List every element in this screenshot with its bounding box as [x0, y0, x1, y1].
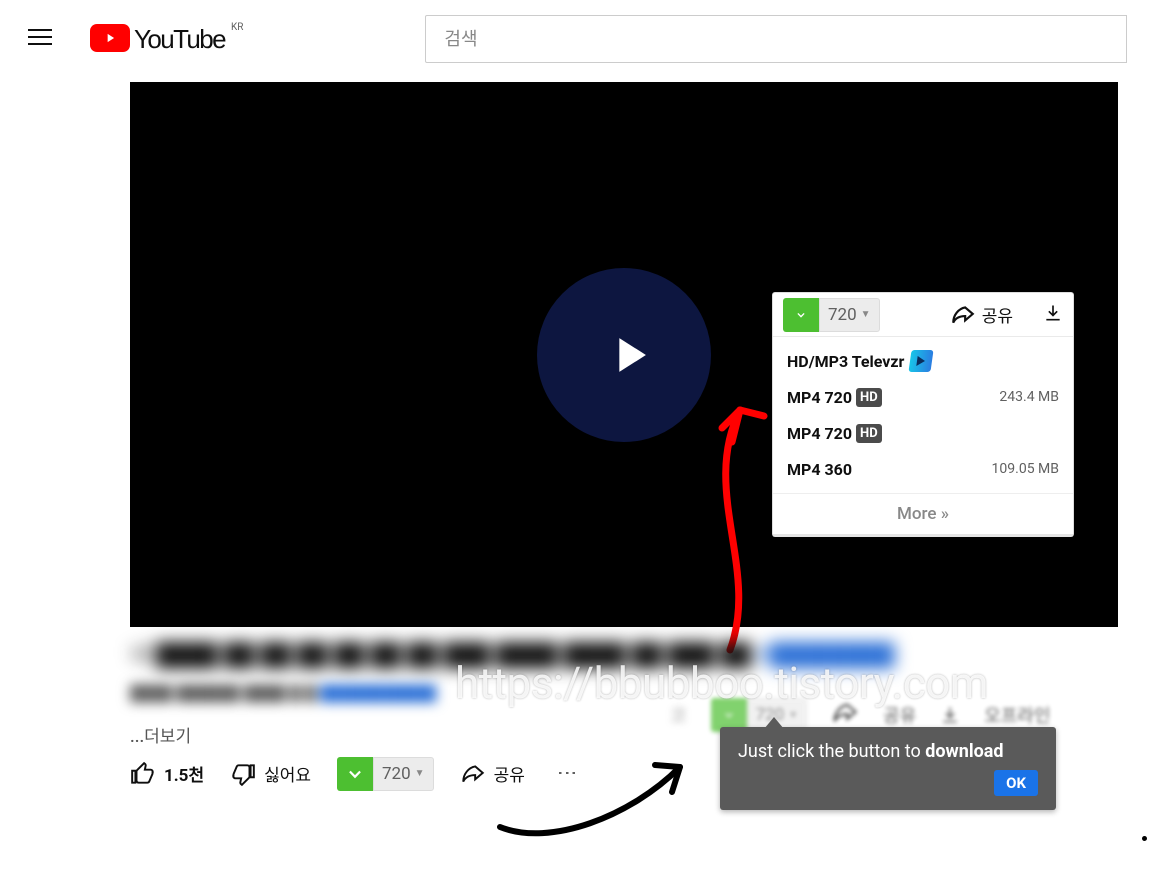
play-button[interactable]: [537, 268, 711, 442]
download-option-label: HD/MP3 Televzr: [787, 352, 904, 371]
share-arrow-icon: [460, 761, 486, 787]
youtube-logo-icon: [90, 24, 130, 52]
download-popup: 720 ▼ 공유 HD/MP3 Televzr MP4 720 HD 243.4…: [772, 292, 1074, 537]
download-popup-header: 720 ▼ 공유: [773, 293, 1073, 337]
popup-download-icon-button[interactable]: [1043, 303, 1063, 327]
download-option-size: 109.05 MB: [992, 461, 1059, 477]
tooltip-text: Just click the button to download: [738, 741, 1038, 762]
like-button[interactable]: 1.5천: [130, 761, 204, 787]
share-arrow-icon: [950, 302, 976, 328]
download-button-bottom[interactable]: 720 ▼: [337, 757, 434, 791]
thumbs-up-icon: [130, 761, 156, 787]
download-tray-icon: [940, 705, 960, 725]
download-arrow-button[interactable]: [337, 757, 373, 791]
tooltip-ok-button[interactable]: OK: [994, 770, 1038, 796]
download-option-label: MP4 720: [787, 388, 852, 407]
like-count: 1.5천: [164, 761, 204, 786]
download-arrow-icon: [721, 706, 737, 724]
download-resolution-select[interactable]: 720 ▼: [819, 298, 880, 332]
chevron-down-icon: ▼: [788, 710, 798, 721]
download-options-list: HD/MP3 Televzr MP4 720 HD 243.4 MB MP4 7…: [773, 337, 1073, 493]
chevron-down-icon: ▼: [415, 768, 425, 779]
download-option-label: MP4 720: [787, 424, 852, 443]
search-box[interactable]: [425, 15, 1127, 63]
play-icon: [600, 326, 658, 384]
hd-badge: HD: [856, 388, 882, 407]
download-arrow-icon: [793, 306, 809, 324]
youtube-region-label: KR: [231, 22, 243, 33]
share-button[interactable]: 공유: [460, 761, 525, 787]
video-meta-section: 내 ████ ██ ██ ██ ██ ██ ██ ███ ████ ████ █…: [130, 641, 1118, 702]
download-option-mp4-720[interactable]: MP4 720 HD 243.4 MB: [773, 379, 1073, 415]
download-option-televzr[interactable]: HD/MP3 Televzr: [773, 343, 1073, 379]
download-option-size: 243.4 MB: [999, 389, 1059, 405]
youtube-logo-text: YouTube: [134, 24, 225, 55]
download-option-mp4-360[interactable]: MP4 360 109.05 MB: [773, 451, 1073, 487]
video-title-blurred: 내 ████ ██ ██ ██ ██ ██ ██ ███ ████ ████ █…: [130, 641, 1118, 672]
search-input[interactable]: [444, 29, 1108, 50]
show-more-link[interactable]: ...더보기: [130, 722, 191, 747]
app-header: YouTube KR: [0, 0, 1155, 78]
dislike-label: 싫어요: [264, 761, 311, 786]
thumbs-down-icon: [230, 761, 256, 787]
offline-label-bg: 오프라인: [984, 702, 1050, 728]
download-more-button[interactable]: More »: [773, 493, 1073, 534]
download-hint-tooltip: Just click the button to download OK: [720, 727, 1056, 810]
download-resolution-label: 720: [382, 764, 411, 784]
download-option-label: MP4 360: [787, 460, 852, 479]
youtube-logo[interactable]: YouTube KR: [90, 24, 243, 55]
chevron-down-icon: ▼: [861, 309, 871, 320]
hd-badge: HD: [856, 424, 882, 443]
dislike-button[interactable]: 싫어요: [230, 761, 311, 787]
share-label: 공유: [494, 761, 525, 786]
download-resolution-select-bottom[interactable]: 720 ▼: [373, 757, 434, 791]
hamburger-menu-button[interactable]: [28, 25, 52, 49]
action-bg-prefix: 코: [670, 702, 687, 728]
televzr-icon: [909, 350, 934, 372]
download-tray-icon: [1043, 303, 1063, 323]
download-resolution-label: 720: [828, 305, 857, 325]
popup-share-button[interactable]: 공유: [950, 302, 1013, 328]
decorative-dot: [1142, 836, 1147, 841]
download-option-mp4-720-b[interactable]: MP4 720 HD: [773, 415, 1073, 451]
more-actions-button[interactable]: ⋮: [556, 763, 580, 785]
share-label-bg: 공유: [883, 702, 916, 728]
download-arrow-icon: [342, 761, 368, 787]
download-button[interactable]: [783, 298, 819, 332]
popup-share-label: 공유: [982, 302, 1013, 327]
